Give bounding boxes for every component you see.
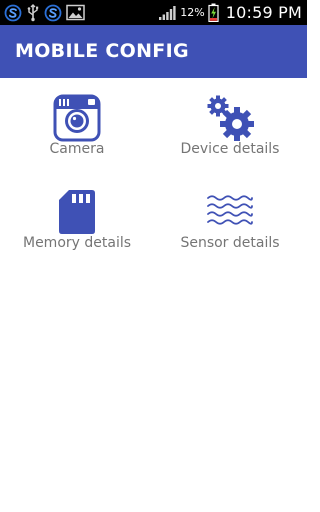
camera-tile[interactable]: Camera bbox=[2, 92, 152, 182]
gears-icon bbox=[207, 95, 254, 141]
battery-charging-icon bbox=[208, 3, 219, 22]
status-notification-icons bbox=[4, 2, 85, 23]
status-bar: 12% 10:59 PM bbox=[0, 0, 307, 25]
battery-percent: 12% bbox=[180, 6, 205, 19]
tile-label-sensor-details: Sensor details bbox=[180, 235, 280, 251]
s-notification-icon bbox=[4, 4, 22, 22]
camera-icon bbox=[53, 94, 101, 142]
image-icon bbox=[66, 4, 85, 21]
sd-card-icon bbox=[59, 190, 95, 234]
waves-icon bbox=[207, 195, 253, 225]
sensor-details-tile[interactable]: Sensor details bbox=[155, 186, 305, 276]
device-details-tile[interactable]: Device details bbox=[155, 92, 305, 182]
s-notification-icon bbox=[44, 4, 62, 22]
tile-label-camera: Camera bbox=[49, 141, 105, 157]
memory-details-tile[interactable]: Memory details bbox=[2, 186, 152, 276]
signal-icon bbox=[158, 5, 176, 21]
tile-label-memory-details: Memory details bbox=[22, 235, 132, 251]
usb-icon bbox=[26, 3, 40, 22]
app-title: MOBILE CONFIG bbox=[15, 40, 189, 62]
app-bar: MOBILE CONFIG bbox=[0, 25, 307, 78]
status-system-icons: 12% 10:59 PM bbox=[158, 0, 302, 25]
tile-label-device-details: Device details bbox=[180, 141, 280, 157]
status-clock: 10:59 PM bbox=[225, 3, 302, 22]
